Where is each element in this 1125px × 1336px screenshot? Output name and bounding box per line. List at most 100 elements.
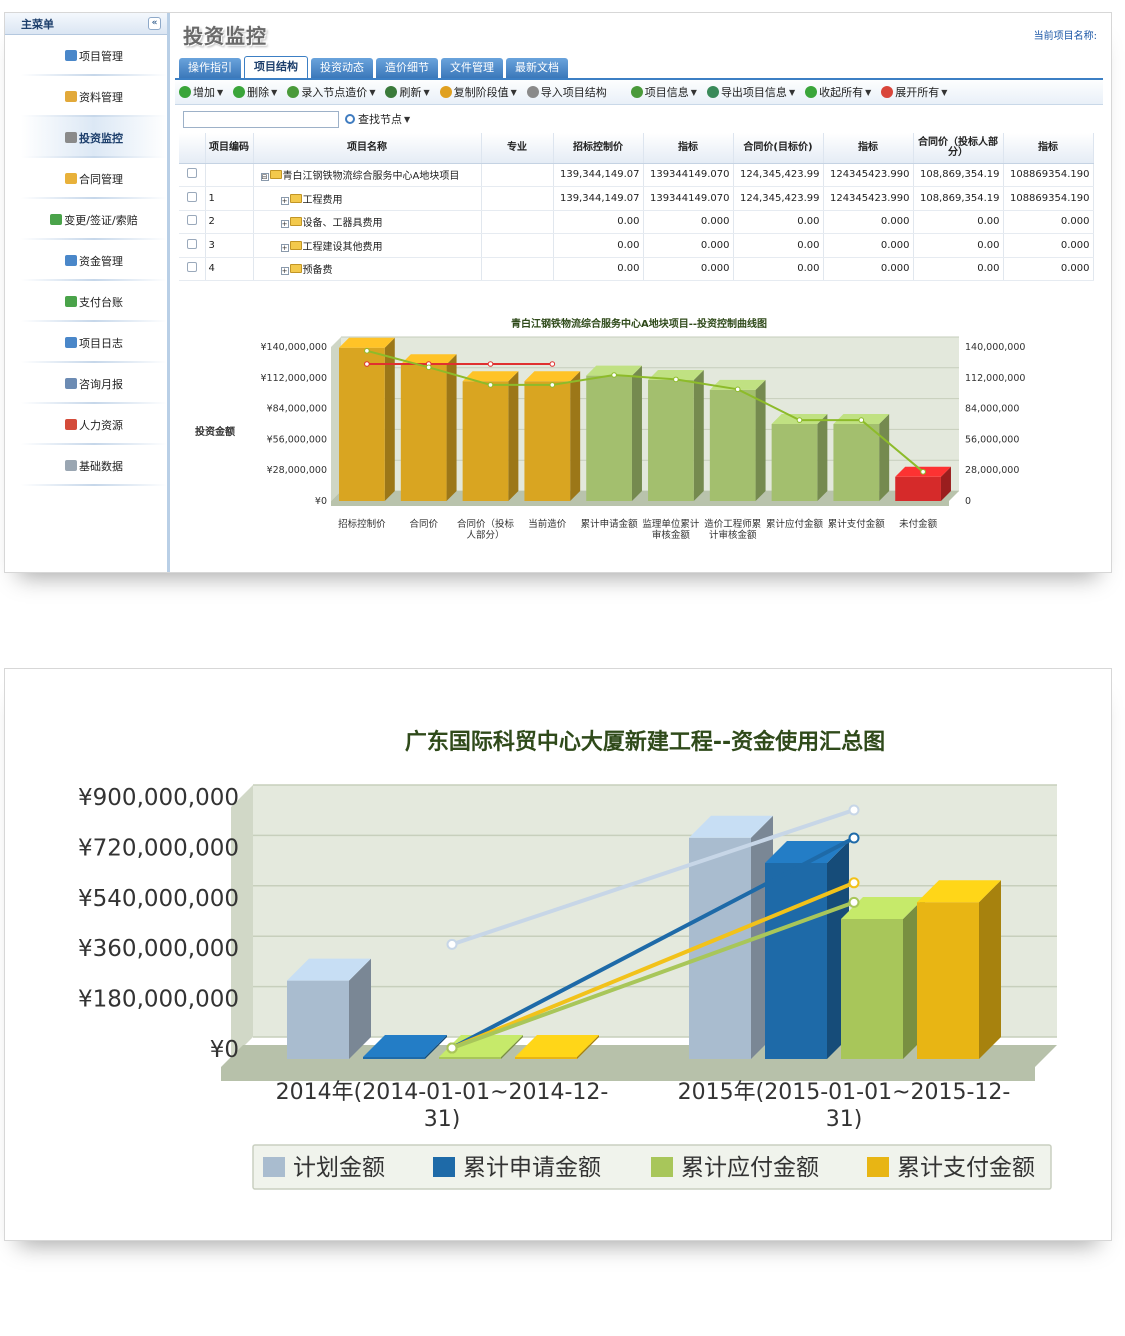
search-bar: 查找节点 ▼ [175, 105, 1103, 133]
x-tick-label: 合同价（投标人部分） [457, 518, 515, 541]
sidebar-item-change-claim[interactable]: 变更/签证/索赔 [21, 199, 167, 240]
column-header-major[interactable]: 专业 [481, 133, 554, 164]
sidebar-item-fund[interactable]: 资金管理 [21, 240, 167, 281]
row-checkbox[interactable] [186, 215, 197, 226]
table-row[interactable]: 1 + 工程费用 139,344,149.07 139344149.070 124,345… [179, 186, 1094, 211]
tab-2[interactable]: 投资动态 [311, 58, 373, 78]
column-header-bidder-contract-price[interactable]: 合同价（投标人部分） [913, 133, 1004, 164]
table-row[interactable]: ⊟ 青白江钢铁物流综合服务中心A地块项目 139,344,149.07 1393441… [179, 163, 1094, 187]
tree-expand-icon[interactable]: + [280, 243, 289, 252]
table-row[interactable]: 4 + 预备费 0.00 0.000 0.00 0.000 0.00 0.000 [179, 257, 1094, 281]
chevron-down-icon: ▼ [941, 87, 948, 97]
y-tick-label-right: 56,000,000 [965, 434, 1019, 445]
row-index-3: 108869354.190 [1003, 163, 1094, 187]
row-name-cell: + 预备费 [253, 257, 482, 281]
x-tick-label: 造价工程师累计审核金额 [704, 518, 761, 541]
sidebar-item-documents[interactable]: 资料管理 [21, 76, 167, 117]
column-header-name[interactable]: 项目名称 [253, 133, 482, 164]
column-header-contract-price[interactable]: 合同价(目标价) [733, 133, 824, 164]
row-name-cell: + 设备、工器具费用 [253, 210, 482, 234]
column-header-index-1[interactable]: 指标 [643, 133, 734, 164]
folder-icon [289, 264, 302, 274]
toolbar-button-delete[interactable]: 删除 ▼ [233, 84, 277, 100]
toolbar-button-export[interactable]: 导出项目信息 ▼ [706, 84, 795, 100]
x-tick-label: 招标控制价 [338, 518, 386, 530]
row-index-1: 0.000 [643, 210, 734, 234]
toolbar-button-import[interactable]: 导入项目结构 [526, 84, 607, 100]
row-index-3: 108869354.190 [1003, 186, 1094, 211]
fund-icon [65, 255, 77, 266]
bar-front [287, 980, 349, 1059]
line-point [364, 348, 370, 354]
x-tick-label: 累计申请金额 [581, 518, 639, 530]
row-name-cell: ⊟ 青白江钢铁物流综合服务中心A地块项目 [253, 163, 482, 187]
column-header-bid-control-price[interactable]: 招标控制价 [553, 133, 644, 164]
chevron-down-icon: ▼ [404, 114, 411, 124]
sidebar-item-contract[interactable]: 合同管理 [21, 158, 167, 199]
line-point [848, 804, 860, 816]
column-header-index-2[interactable]: 指标 [823, 133, 914, 164]
toolbar-button-info[interactable]: 项目信息 ▼ [630, 84, 697, 100]
refresh-icon [385, 86, 398, 98]
bar-side [446, 354, 457, 501]
tab-1[interactable]: 项目结构 [244, 56, 308, 78]
bar-front [833, 424, 880, 501]
sidebar-item-label: 支付台账 [79, 295, 123, 309]
table-row[interactable]: 2 + 设备、工器具费用 0.00 0.000 0.00 0.000 0.00 0.000 [179, 210, 1094, 234]
row-select-cell [179, 163, 206, 187]
payment-ledger-icon [65, 296, 77, 307]
bar [771, 414, 828, 501]
tree-expand-icon[interactable]: ⊟ [260, 173, 269, 182]
sidebar-item-consulting-report[interactable]: 咨询月报 [21, 363, 167, 404]
toolbar-button-copy[interactable]: 复制阶段值 ▼ [439, 84, 517, 100]
toolbar-button-label: 复制阶段值 [453, 86, 509, 99]
fund-usage-summary-chart: 广东国际科贸中心大厦新建工程--资金使用汇总图 ¥900,000,000 ¥720,… [35, 699, 1085, 1219]
tab-4[interactable]: 文件管理 [441, 58, 503, 78]
row-checkbox[interactable] [186, 262, 197, 273]
row-checkbox[interactable] [186, 238, 197, 249]
bar-front [363, 1057, 425, 1059]
toolbar-button-label: 导出项目信息 [720, 86, 787, 99]
tab-5[interactable]: 最新文档 [506, 58, 568, 78]
line-point [796, 417, 803, 423]
sidebar-item-project[interactable]: 项目管理 [21, 35, 167, 76]
toolbar-button-refresh[interactable]: 刷新 ▼ [385, 84, 430, 100]
project-log-icon [65, 337, 77, 348]
sidebar-item-payment-ledger[interactable]: 支付台账 [21, 281, 167, 322]
sidebar-item-label: 项目管理 [79, 49, 123, 63]
row-index-1: 0.000 [643, 233, 734, 258]
collapse-sidebar-button[interactable]: « [148, 17, 161, 30]
row-major [481, 163, 554, 187]
tree-expand-icon[interactable]: + [280, 196, 289, 205]
table-row[interactable]: 3 + 工程建设其他费用 0.00 0.000 0.00 0.000 0.00 0.000 [179, 233, 1094, 258]
tree-expand-icon[interactable]: + [280, 267, 289, 276]
sidebar-item-investment-monitor[interactable]: 投资监控 [21, 117, 167, 158]
legend-swatch [433, 1157, 455, 1177]
row-checkbox[interactable] [186, 191, 197, 202]
sidebar-item-human-resources[interactable]: 人力资源 [21, 404, 167, 445]
line-point [487, 382, 494, 388]
sidebar-item-base-data[interactable]: 基础数据 [21, 445, 167, 486]
toolbar-button-add[interactable]: 增加 ▼ [179, 84, 223, 100]
bar-side [979, 880, 1001, 1059]
row-checkbox[interactable] [186, 168, 197, 179]
row-code: 2 [205, 210, 254, 234]
sidebar-item-project-log[interactable]: 项目日志 [21, 322, 167, 363]
column-header-code[interactable]: 项目编码 [205, 133, 254, 164]
toolbar-button-expand-all[interactable]: 展开所有 ▼ [881, 84, 947, 100]
tab-3[interactable]: 造价细节 [376, 58, 438, 78]
toolbar-button-label: 展开所有 [895, 86, 940, 99]
tree-expand-icon[interactable]: + [280, 220, 289, 229]
import-icon [526, 86, 539, 98]
find-node-button[interactable]: 查找节点 ▼ [345, 111, 410, 127]
toolbar-button-collapse-all[interactable]: 收起所有 ▼ [805, 84, 871, 100]
y-tick-label: ¥900,000,000 [78, 785, 239, 811]
search-node-input[interactable] [183, 110, 339, 128]
row-name-cell: + 工程建设其他费用 [253, 233, 482, 258]
legend-swatch [651, 1157, 673, 1177]
column-header-index-3[interactable]: 指标 [1003, 133, 1094, 164]
toolbar-button-pencil[interactable]: 录入节点造价 ▼ [287, 84, 375, 100]
tab-0[interactable]: 操作指引 [179, 58, 241, 78]
row-major [481, 186, 554, 211]
select-column-header [179, 133, 206, 164]
